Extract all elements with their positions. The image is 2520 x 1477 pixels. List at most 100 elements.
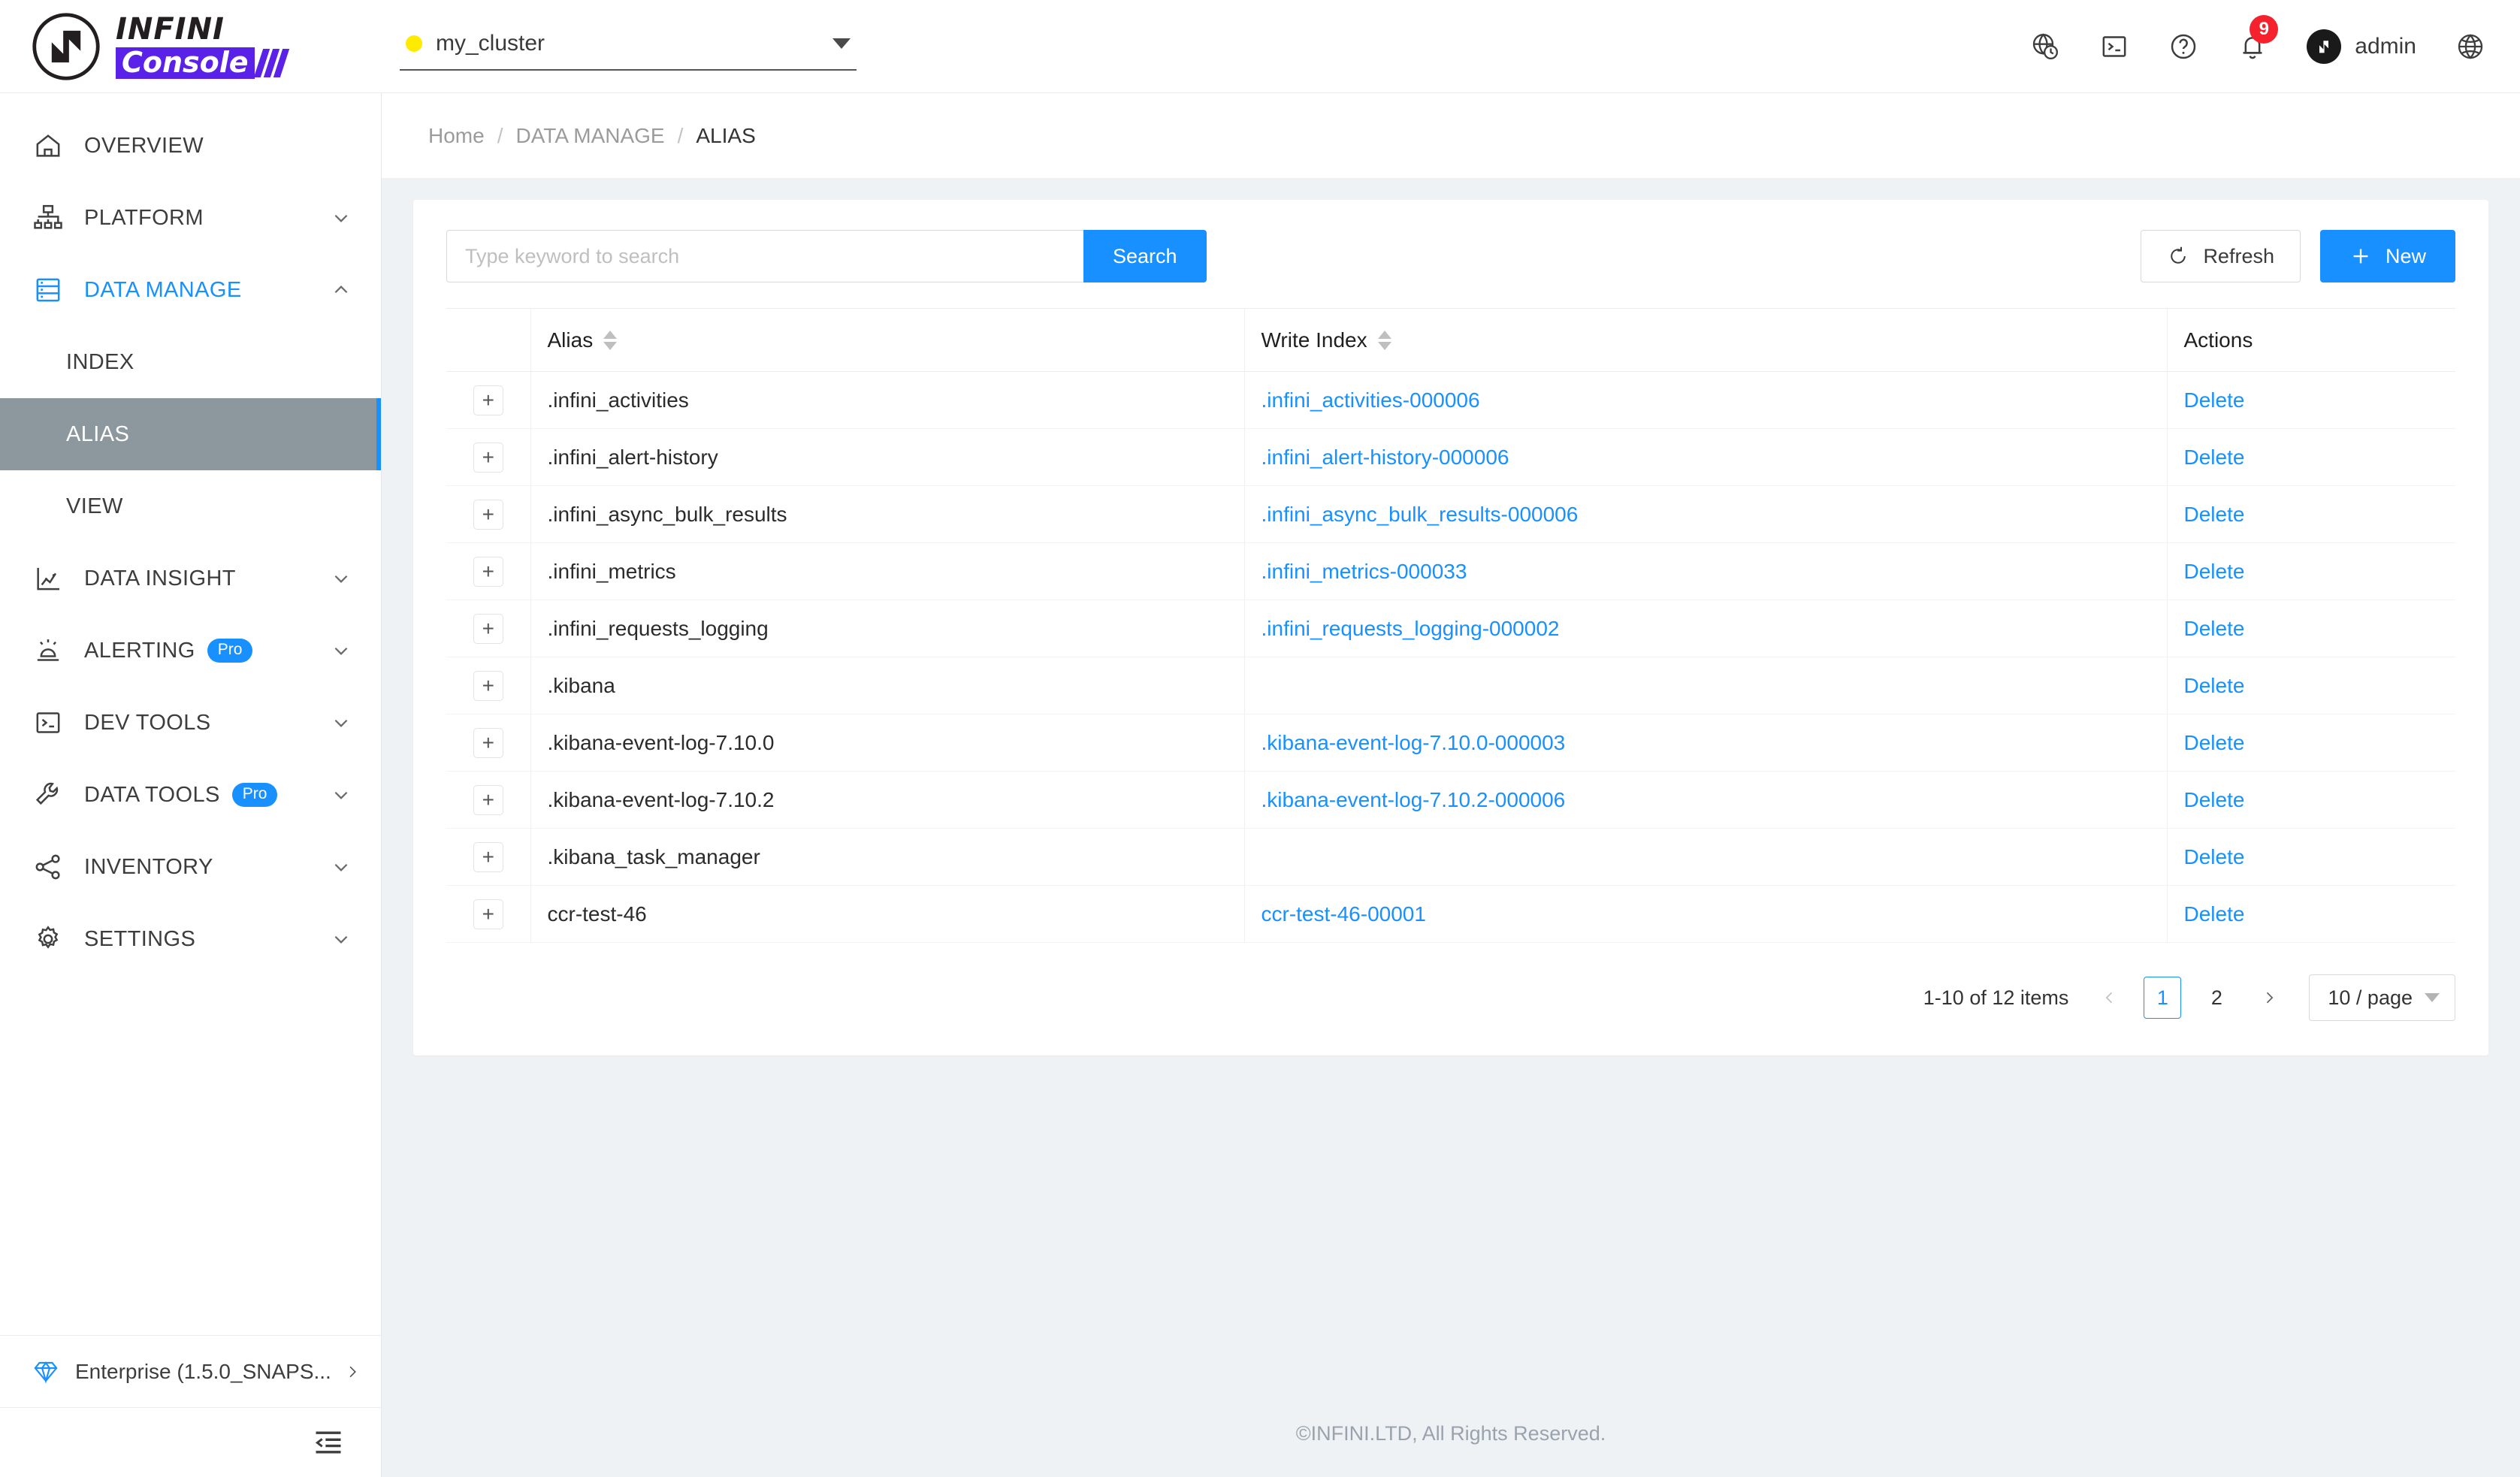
refresh-button[interactable]: Refresh — [2141, 230, 2301, 282]
delete-link[interactable]: Delete — [2184, 446, 2245, 469]
sidebar-item-data-manage[interactable]: DATA MANAGE — [0, 254, 381, 326]
pagination-summary: 1-10 of 12 items — [1923, 986, 2069, 1009]
write-index-cell: .infini_activities-000006 — [1244, 371, 2168, 429]
sidebar-item-dev-tools[interactable]: DEV TOOLS — [0, 687, 381, 759]
delete-link[interactable]: Delete — [2184, 560, 2245, 583]
license-info[interactable]: Enterprise (1.5.0_SNAPS... — [0, 1336, 381, 1408]
sidebar-item-overview[interactable]: OVERVIEW — [0, 110, 381, 182]
sidebar-item-settings[interactable]: SETTINGS — [0, 903, 381, 975]
write-index-link[interactable]: .infini_alert-history-000006 — [1262, 446, 1509, 469]
chevron-down-icon[interactable] — [331, 713, 351, 732]
sort-toggle-alias[interactable] — [603, 330, 618, 350]
expand-row-button[interactable]: + — [473, 841, 503, 872]
content-region: Search Refresh — [382, 179, 2520, 1390]
sidebar-item-view[interactable]: VIEW — [0, 470, 381, 542]
write-index-link[interactable]: .infini_metrics-000033 — [1262, 560, 1467, 583]
alias-cell: ccr-test-46 — [530, 885, 1245, 943]
cluster-status-dot — [406, 35, 422, 52]
license-label: Enterprise (1.5.0_SNAPS... — [75, 1359, 331, 1383]
expand-row-button[interactable]: + — [473, 899, 503, 929]
sidebar-item-data-insight[interactable]: DATA INSIGHT — [0, 542, 381, 615]
chevron-down-icon[interactable] — [331, 929, 351, 949]
pagination-page-2[interactable]: 2 — [2198, 977, 2235, 1019]
expand-cell: + — [446, 885, 531, 943]
menu-fold-icon[interactable] — [312, 1426, 345, 1459]
sort-toggle-write-index[interactable] — [1377, 330, 1391, 350]
sidebar-item-platform[interactable]: PLATFORM — [0, 182, 381, 254]
write-index-link[interactable]: .kibana-event-log-7.10.2-000006 — [1262, 788, 1566, 811]
write-index-link[interactable]: .infini_activities-000006 — [1262, 388, 1480, 412]
delete-link[interactable]: Delete — [2184, 845, 2245, 868]
delete-link[interactable]: Delete — [2184, 731, 2245, 754]
app-header: INFINI Console my_cluster 9 admin — [0, 0, 2520, 93]
pagination-page-1[interactable]: 1 — [2144, 977, 2182, 1019]
app-root: INFINI Console my_cluster 9 admin OVERVI… — [0, 0, 2520, 1477]
write-index-link[interactable]: .infini_async_bulk_results-000006 — [1262, 503, 1579, 526]
sidebar-item-alias[interactable]: ALIAS — [0, 398, 381, 470]
delete-link[interactable]: Delete — [2184, 902, 2245, 926]
expand-row-button[interactable]: + — [473, 442, 503, 473]
delete-link[interactable]: Delete — [2184, 503, 2245, 526]
bell-icon[interactable]: 9 — [2237, 14, 2279, 62]
help-circle-icon[interactable] — [2168, 32, 2198, 62]
pagination-next-button[interactable] — [2252, 977, 2286, 1018]
write-index-link[interactable]: .kibana-event-log-7.10.0-000003 — [1262, 731, 1566, 754]
chevron-up-icon[interactable] — [331, 280, 351, 300]
chevron-down-icon[interactable] — [331, 857, 351, 877]
expand-row-button[interactable]: + — [473, 385, 503, 415]
alias-table: Alias Write Index Actions + .infini_acti… — [446, 308, 2455, 943]
table-row: + ccr-test-46 ccr-test-46-00001 Delete — [446, 885, 2455, 943]
sidebar-item-index[interactable]: INDEX — [0, 326, 381, 398]
column-write-index[interactable]: Write Index — [1244, 308, 2168, 372]
home-icon — [33, 131, 63, 161]
expand-row-button[interactable]: + — [473, 727, 503, 758]
chevron-down-icon[interactable] — [331, 569, 351, 588]
globe-icon[interactable] — [2455, 32, 2485, 62]
chevron-down-icon[interactable] — [331, 641, 351, 660]
breadcrumb-item-data-manage[interactable]: DATA MANAGE — [515, 124, 664, 148]
table-row: + .infini_alert-history .infini_alert-hi… — [446, 428, 2455, 486]
breadcrumb-item-home[interactable]: Home — [428, 124, 485, 148]
new-button[interactable]: New — [2319, 230, 2455, 282]
page-size-selector[interactable]: 10 / page — [2309, 974, 2455, 1021]
expand-row-button[interactable]: + — [473, 670, 503, 701]
delete-link[interactable]: Delete — [2184, 617, 2245, 640]
expand-cell: + — [446, 428, 531, 486]
delete-link[interactable]: Delete — [2184, 674, 2245, 697]
chevron-down-icon[interactable] — [331, 785, 351, 805]
search-input[interactable] — [446, 230, 1083, 282]
actions-cell: Delete — [2167, 714, 2455, 772]
sidebar-collapse-row — [0, 1408, 381, 1477]
expand-row-button[interactable]: + — [473, 499, 503, 530]
expand-row-button[interactable]: + — [473, 556, 503, 587]
delete-link[interactable]: Delete — [2184, 388, 2245, 412]
pagination-prev-button[interactable] — [2092, 977, 2127, 1018]
header-actions: 9 admin — [2030, 14, 2520, 64]
sidebar-item-inventory[interactable]: INVENTORY — [0, 831, 381, 903]
write-index-link[interactable]: .infini_requests_logging-000002 — [1262, 617, 1560, 640]
write-index-link[interactable]: ccr-test-46-00001 — [1262, 902, 1426, 926]
notification-badge: 9 — [2250, 14, 2279, 44]
sidebar-item-data-tools[interactable]: DATA TOOLS Pro — [0, 759, 381, 831]
chevron-right-icon[interactable] — [345, 1363, 360, 1381]
column-write-index-label: Write Index — [1261, 328, 1367, 352]
chevron-down-icon[interactable] — [331, 208, 351, 228]
write-index-cell: .infini_requests_logging-000002 — [1244, 600, 2168, 657]
search-button[interactable]: Search — [1083, 230, 1207, 282]
sidebar-item-alerting[interactable]: ALERTING Pro — [0, 615, 381, 687]
breadcrumb-item-alias: ALIAS — [696, 123, 756, 147]
console-terminal-icon[interactable] — [2099, 32, 2129, 62]
sidebar-item-label: DEV TOOLS — [84, 710, 211, 735]
sidebar-nav: OVERVIEW PLATFORM DATA MANAGE INDEX ALIA… — [0, 93, 381, 1335]
brand-logo[interactable]: INFINI Console — [0, 0, 382, 93]
chevron-down-icon[interactable] — [832, 38, 851, 49]
alias-cell: .infini_alert-history — [530, 428, 1245, 486]
globe-clock-icon[interactable] — [2030, 32, 2060, 62]
write-index-cell — [1244, 828, 2168, 886]
column-alias[interactable]: Alias — [530, 308, 1245, 372]
user-menu[interactable]: admin — [2307, 29, 2416, 64]
cluster-selector[interactable]: my_cluster — [400, 23, 857, 71]
expand-row-button[interactable]: + — [473, 613, 503, 644]
expand-row-button[interactable]: + — [473, 784, 503, 815]
delete-link[interactable]: Delete — [2184, 788, 2245, 811]
